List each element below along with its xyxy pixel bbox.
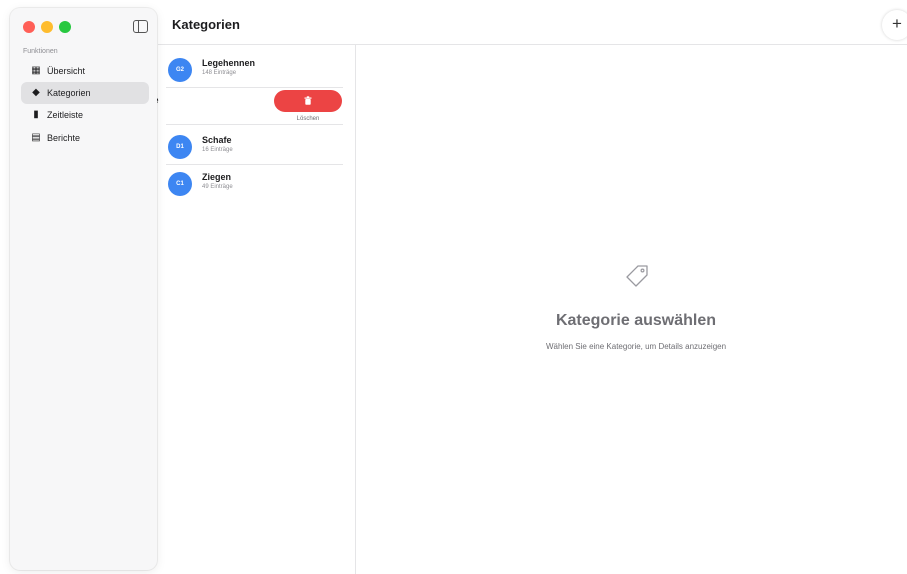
sidebar: Funktionen ▦ Übersicht ◆ Kategorien ▮ Ze… (10, 8, 157, 570)
minimize-window-button[interactable] (41, 21, 53, 33)
add-category-button[interactable]: + (882, 10, 907, 40)
plus-icon: + (892, 14, 902, 33)
sidebar-item-kategorien[interactable]: ◆ Kategorien (21, 82, 149, 104)
divider (166, 124, 343, 125)
detail-pane: Kategorie auswählen Wählen Sie eine Kate… (356, 45, 907, 574)
app-window: Kategorien + G2 Legehennen 148 Einträge … (0, 0, 907, 574)
empty-state-subtitle: Wählen Sie eine Kategorie, um Details an… (545, 342, 727, 351)
tag-outline-icon (626, 265, 648, 287)
avatar: G2 (168, 58, 192, 82)
sidebar-toggle-icon[interactable] (133, 20, 148, 33)
trash-icon (304, 96, 312, 105)
document-icon: ▤ (31, 132, 41, 143)
list-item-subtitle: 16 Einträge (202, 147, 233, 153)
empty-state-title: Kategorie auswählen (555, 312, 717, 329)
category-list: G2 Legehennen 148 Einträge he e Löschen … (114, 45, 355, 574)
list-item-subtitle: 148 Einträge (202, 70, 237, 76)
sidebar-item-label: Zeitleiste (47, 110, 84, 120)
list-item[interactable]: C1 Ziegen 49 Einträge (158, 165, 355, 202)
tag-icon: ◆ (32, 87, 40, 98)
list-item[interactable]: G2 Legehennen 148 Einträge (158, 51, 355, 88)
zoom-window-button[interactable] (59, 21, 71, 33)
grid-icon: ▦ (31, 65, 41, 76)
sidebar-item-berichte[interactable]: ▤ Berichte (21, 127, 149, 149)
list-item-title: Ziegen (202, 172, 232, 182)
list-item-title: Schafe (202, 135, 232, 145)
sidebar-item-label: Übersicht (47, 66, 86, 76)
chart-bars-icon: ▮ (33, 109, 39, 120)
list-item-swiped[interactable]: he e Löschen (114, 88, 355, 125)
avatar: C1 (168, 172, 192, 196)
avatar: D1 (168, 135, 192, 159)
list-item-subtitle: 49 Einträge (202, 184, 233, 190)
delete-label: Löschen (296, 116, 320, 122)
sidebar-item-label: Berichte (47, 133, 81, 143)
sidebar-item-label: Kategorien (47, 88, 91, 98)
delete-button[interactable] (274, 90, 342, 112)
sidebar-item-zeitleiste[interactable]: ▮ Zeitleiste (21, 104, 149, 126)
close-window-button[interactable] (23, 21, 35, 33)
sidebar-section-label: Funktionen (23, 48, 58, 55)
sidebar-item-uebersicht[interactable]: ▦ Übersicht (21, 60, 149, 82)
list-item[interactable]: D1 Schafe 16 Einträge (158, 128, 355, 165)
page-title: Kategorien (172, 17, 240, 32)
list-item-title: Legehennen (202, 58, 256, 68)
